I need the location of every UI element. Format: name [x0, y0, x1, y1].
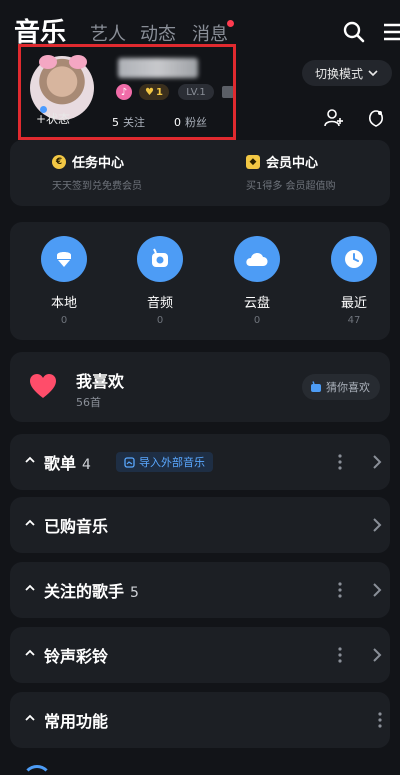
section-common-functions[interactable]: 常用功能 [10, 692, 390, 748]
chevron-right-icon[interactable] [372, 582, 382, 598]
guess-radio-icon [311, 381, 321, 392]
vip-diamond-icon: ◆ [246, 154, 260, 169]
section-playlists[interactable]: 歌单 4 导入外部音乐 [10, 434, 390, 490]
more-dots-icon[interactable] [338, 645, 342, 665]
switch-arrow-icon [368, 70, 378, 77]
shortcut-recent[interactable]: 最近 47 [324, 236, 384, 326]
chevron-right-icon[interactable] [372, 517, 382, 533]
annotation-highlight-box [18, 44, 236, 140]
more-dots-icon[interactable] [338, 580, 342, 600]
notification-dot [227, 20, 234, 27]
task-vip-card: € 任务中心 天天签到兑免费会员 ◆ 会员中心 买1得多 会员超值购 [10, 140, 390, 206]
caret-up-icon[interactable] [24, 454, 36, 466]
tab-artists[interactable]: 艺人 [90, 20, 126, 46]
import-external-music-button[interactable]: 导入外部音乐 [116, 452, 213, 472]
import-icon [124, 456, 135, 468]
more-dots-icon[interactable] [338, 452, 342, 472]
shortcut-audio[interactable]: 音频 0 [130, 236, 190, 326]
guess-you-like-button[interactable]: 猜你喜欢 [302, 374, 380, 400]
section-followed-artists[interactable]: 关注的歌手 5 [10, 562, 390, 618]
caret-up-icon[interactable] [24, 582, 36, 594]
vip-center[interactable]: ◆ 会员中心 买1得多 会员超值购 [246, 152, 336, 192]
favorites-count: 56首 [76, 396, 101, 409]
tab-feed[interactable]: 动态 [140, 20, 176, 46]
tab-messages[interactable]: 消息 [192, 20, 228, 46]
partial-bottom-icon [22, 765, 52, 775]
local-music-icon [57, 252, 71, 267]
shortcut-local[interactable]: 本地 0 [34, 236, 94, 326]
shortcut-cloud[interactable]: 云盘 0 [227, 236, 287, 326]
add-friend-icon[interactable] [324, 108, 344, 128]
caret-up-icon[interactable] [24, 647, 36, 659]
favorites-title: 我喜欢 [76, 372, 125, 391]
audio-icon [152, 248, 168, 267]
skin-theme-icon[interactable] [366, 108, 386, 128]
chevron-right-icon[interactable] [372, 647, 382, 663]
favorites-card[interactable]: 我喜欢 56首 猜你喜欢 [10, 352, 390, 422]
more-dots-icon[interactable] [378, 710, 382, 730]
menu-icon[interactable] [382, 20, 400, 44]
recent-clock-icon [345, 250, 363, 268]
heart-icon [30, 374, 56, 398]
section-ringtones[interactable]: 铃声彩铃 [10, 627, 390, 683]
chevron-right-icon[interactable] [372, 454, 382, 470]
task-coin-icon: € [52, 154, 66, 169]
search-icon[interactable] [342, 20, 366, 44]
cloud-disk-icon [246, 252, 268, 266]
caret-up-icon[interactable] [24, 712, 36, 724]
task-center[interactable]: € 任务中心 天天签到兑免费会员 [52, 152, 142, 192]
section-purchased-music[interactable]: 已购音乐 [10, 497, 390, 553]
shortcuts-card: 本地 0 音频 0 云盘 0 最近 47 [10, 222, 390, 340]
switch-mode-button[interactable]: 切换模式 [302, 60, 392, 86]
caret-up-icon[interactable] [24, 517, 36, 529]
